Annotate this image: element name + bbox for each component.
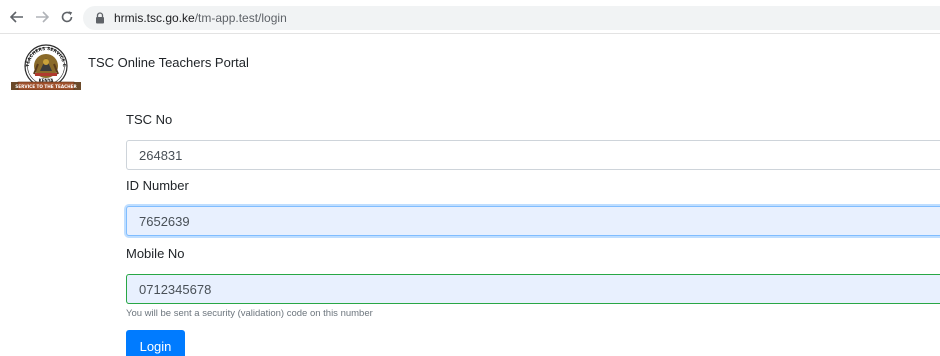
site-header: TEACHERS SERVICE COMMISSION KENYA SERVIC…: [0, 36, 940, 92]
reload-icon[interactable]: [58, 8, 76, 26]
lock-icon: [95, 12, 105, 24]
id-number-group: ID Number: [126, 176, 940, 236]
mobile-no-group: Mobile No You will be sent a security (v…: [126, 244, 940, 319]
url-host: hrmis.tsc.go.ke: [114, 11, 195, 25]
forward-arrow-icon[interactable]: [33, 8, 51, 26]
tsc-logo[interactable]: TEACHERS SERVICE COMMISSION KENYA SERVIC…: [6, 36, 84, 91]
portal-title[interactable]: TSC Online Teachers Portal: [88, 55, 249, 70]
address-bar[interactable]: hrmis.tsc.go.ke/tm-app.test/login: [83, 6, 940, 30]
browser-toolbar: hrmis.tsc.go.ke/tm-app.test/login: [0, 0, 940, 34]
tsc-no-group: TSC No: [126, 110, 940, 170]
id-number-label: ID Number: [126, 178, 189, 193]
mobile-no-input[interactable]: [126, 274, 940, 304]
tsc-no-input[interactable]: [126, 140, 940, 170]
mobile-no-help-text: You will be sent a security (validation)…: [126, 308, 373, 319]
back-arrow-icon[interactable]: [8, 8, 26, 26]
tsc-no-label: TSC No: [126, 112, 173, 127]
id-number-input[interactable]: [126, 206, 940, 236]
login-button[interactable]: Login: [126, 330, 185, 356]
url-path: /tm-app.test/login: [194, 11, 287, 25]
logo-text-ribbon: SERVICE TO THE TEACHER: [15, 84, 77, 89]
mobile-no-label: Mobile No: [126, 246, 185, 261]
